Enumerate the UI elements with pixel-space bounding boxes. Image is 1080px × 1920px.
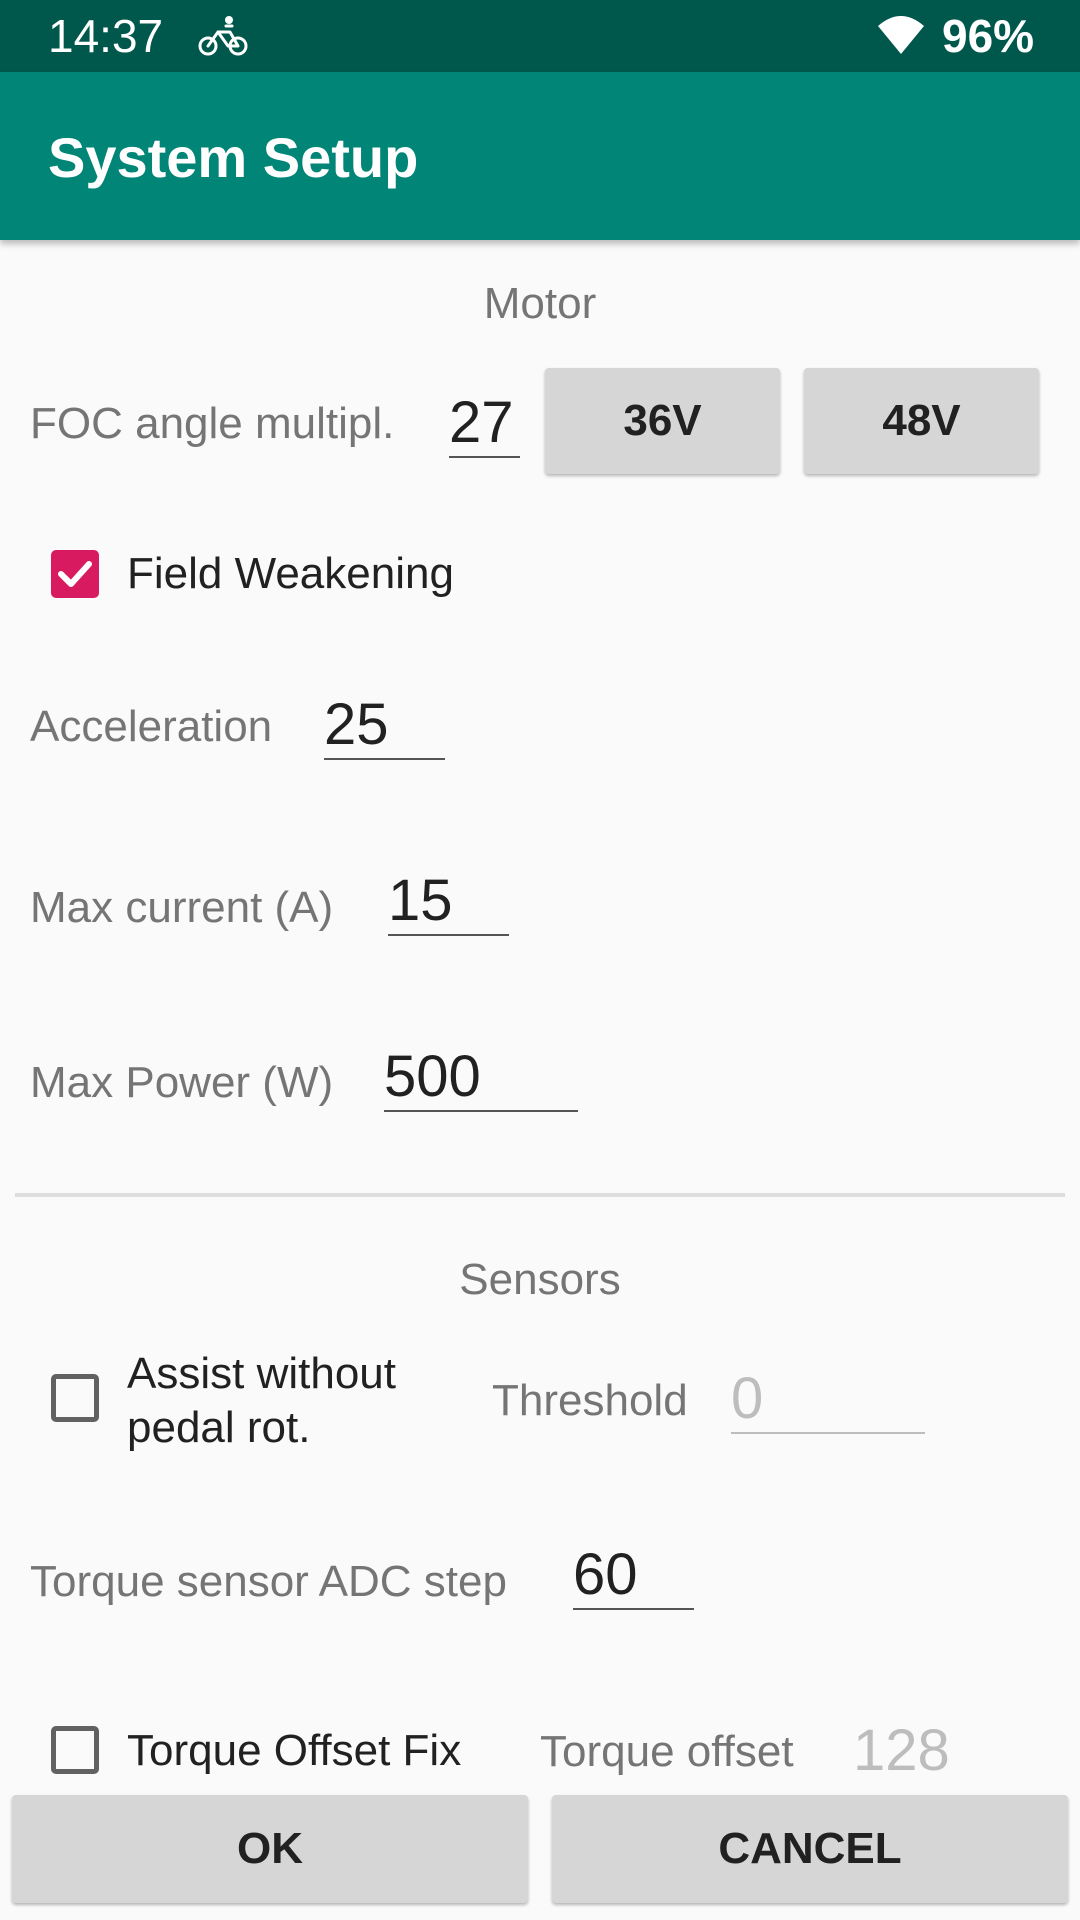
torque-offset-label: Torque offset [540,1727,794,1776]
48v-button[interactable]: 48V [804,368,1039,474]
motor-section-title: Motor [483,279,597,328]
torque-offset-fix-label[interactable]: Torque Offset Fix [127,1725,461,1777]
torque-offset-input[interactable]: 128 [853,1718,950,1784]
acceleration-label: Acceleration [30,702,273,751]
status-time: 14:37 [48,10,164,62]
torque-offset-fix-checkbox[interactable] [51,1726,99,1774]
checkmark-icon [58,561,92,587]
page-title: System Setup [48,126,419,189]
threshold-input[interactable]: 0 [731,1366,925,1434]
assist-without-pedal-label[interactable]: Assist without pedal rot. [127,1347,396,1455]
threshold-label: Threshold [492,1376,688,1425]
max-current-input[interactable]: 15 [388,868,509,936]
torque-adc-input[interactable]: 60 [573,1542,694,1610]
battery-level: 96% [942,10,1035,62]
assist-label-line1: Assist without [127,1349,396,1398]
foc-angle-label: FOC angle multipl. [30,399,395,448]
foc-angle-input[interactable]: 27 [449,390,520,458]
assist-without-pedal-checkbox[interactable] [51,1374,99,1422]
status-bar: 14:37 96% [0,0,1080,72]
acceleration-input[interactable]: 25 [324,692,445,760]
assist-label-line2: pedal rot. [127,1403,311,1452]
cancel-button[interactable]: CANCEL [552,1795,1068,1903]
bike-icon [198,16,248,56]
max-power-input[interactable]: 500 [384,1044,578,1112]
max-power-label: Max Power (W) [30,1058,334,1107]
field-weakening-label[interactable]: Field Weakening [127,548,454,600]
torque-adc-label: Torque sensor ADC step [30,1557,507,1606]
wifi-icon [878,16,924,54]
max-current-label: Max current (A) [30,883,334,932]
field-weakening-checkbox[interactable] [51,550,99,598]
ok-button[interactable]: OK [12,1795,528,1903]
36v-button[interactable]: 36V [545,368,780,474]
sensors-section-title: Sensors [459,1255,621,1304]
section-divider [15,1193,1065,1197]
app-bar: System Setup [0,72,1080,240]
